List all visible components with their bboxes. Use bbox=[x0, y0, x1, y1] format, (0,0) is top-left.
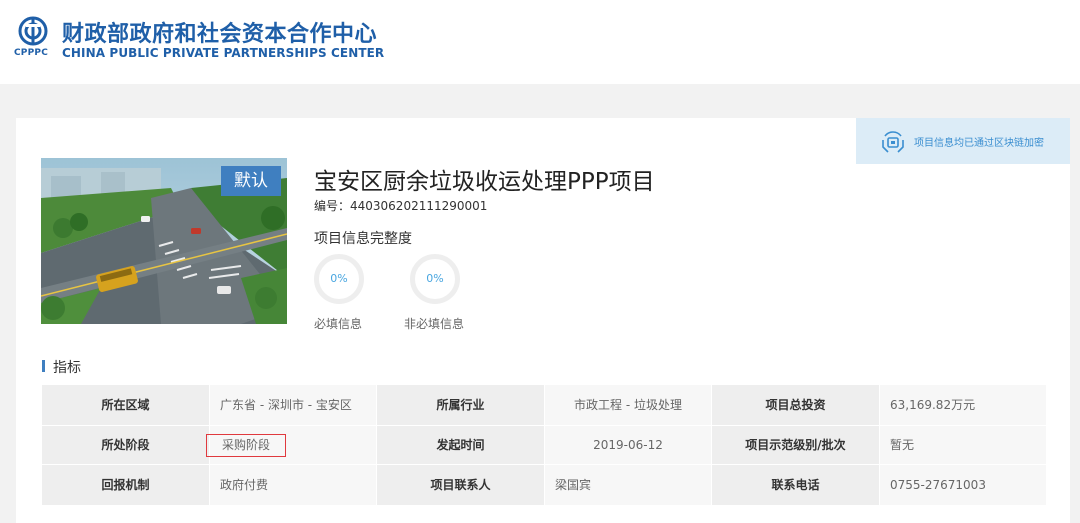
blockchain-badge[interactable]: 项目信息均已通过区块链加密 bbox=[856, 118, 1070, 164]
stage-value-highlighted: 采购阶段 bbox=[206, 433, 287, 457]
region-value: 广东省 - 深圳市 - 宝安区 bbox=[209, 384, 377, 426]
total-investment-value: 63,169.82万元 bbox=[879, 384, 1047, 426]
project-code: 编号：440306202111290001 bbox=[314, 199, 488, 213]
region-label: 所在区域 bbox=[41, 384, 210, 426]
completeness-title: 项目信息完整度 bbox=[314, 231, 412, 247]
table-row: 所在区域 广东省 - 深圳市 - 宝安区 所属行业 市政工程 - 垃圾处理 项目… bbox=[41, 384, 1047, 426]
indicators-title: 指标 bbox=[53, 360, 81, 376]
optional-info-label: 非必填信息 bbox=[404, 317, 465, 331]
project-card: 项目信息均已通过区块链加密 默认 宝安区厨余垃圾收运处理PPP项目 编号：440… bbox=[16, 118, 1070, 523]
contact-phone-label: 联系电话 bbox=[711, 464, 880, 506]
default-image-tag: 默认 bbox=[221, 166, 281, 196]
cpppc-logo-icon[interactable] bbox=[18, 16, 48, 46]
required-info-ring: 0% bbox=[314, 254, 364, 304]
demo-level-label: 项目示范级别/批次 bbox=[711, 425, 880, 465]
stage-cell: 采购阶段 bbox=[206, 425, 377, 465]
return-mechanism-value: 政府付费 bbox=[209, 464, 377, 506]
org-name-cn[interactable]: 财政部政府和社会资本合作中心 bbox=[62, 16, 377, 48]
blockchain-shield-icon bbox=[882, 131, 904, 153]
org-abbreviation: CPPPC bbox=[14, 48, 48, 58]
section-marker bbox=[42, 360, 45, 372]
table-row: 所处阶段 采购阶段 发起时间 2019-06-12 项目示范级别/批次 暂无 bbox=[41, 425, 1047, 465]
table-row: 回报机制 政府付费 项目联系人 梁国宾 联系电话 0755-27671003 bbox=[41, 464, 1047, 506]
contact-person-label: 项目联系人 bbox=[376, 464, 545, 506]
total-investment-label: 项目总投资 bbox=[711, 384, 880, 426]
project-title: 宝安区厨余垃圾收运处理PPP项目 bbox=[314, 169, 655, 195]
contact-person-value: 梁国宾 bbox=[544, 464, 712, 506]
blockchain-badge-text: 项目信息均已通过区块链加密 bbox=[914, 138, 1044, 149]
contact-phone-value: 0755-27671003 bbox=[879, 464, 1047, 506]
return-mechanism-label: 回报机制 bbox=[41, 464, 210, 506]
optional-info-percent: 0% bbox=[426, 272, 444, 285]
required-info-percent: 0% bbox=[330, 272, 348, 285]
start-date-value: 2019-06-12 bbox=[544, 425, 712, 465]
industry-value: 市政工程 - 垃圾处理 bbox=[544, 384, 712, 426]
org-name-en[interactable]: CHINA PUBLIC PRIVATE PARTNERSHIPS CENTER bbox=[62, 46, 384, 60]
indicators-table: 所在区域 广东省 - 深圳市 - 宝安区 所属行业 市政工程 - 垃圾处理 项目… bbox=[41, 384, 1047, 506]
industry-label: 所属行业 bbox=[376, 384, 545, 426]
stage-label: 所处阶段 bbox=[41, 425, 210, 465]
start-date-label: 发起时间 bbox=[376, 425, 545, 465]
required-info-label: 必填信息 bbox=[314, 317, 363, 331]
site-header: CPPPC 财政部政府和社会资本合作中心 CHINA PUBLIC PRIVAT… bbox=[0, 0, 1080, 84]
optional-info-ring: 0% bbox=[410, 254, 460, 304]
project-image: 默认 bbox=[41, 158, 287, 324]
demo-level-value: 暂无 bbox=[879, 425, 1047, 465]
